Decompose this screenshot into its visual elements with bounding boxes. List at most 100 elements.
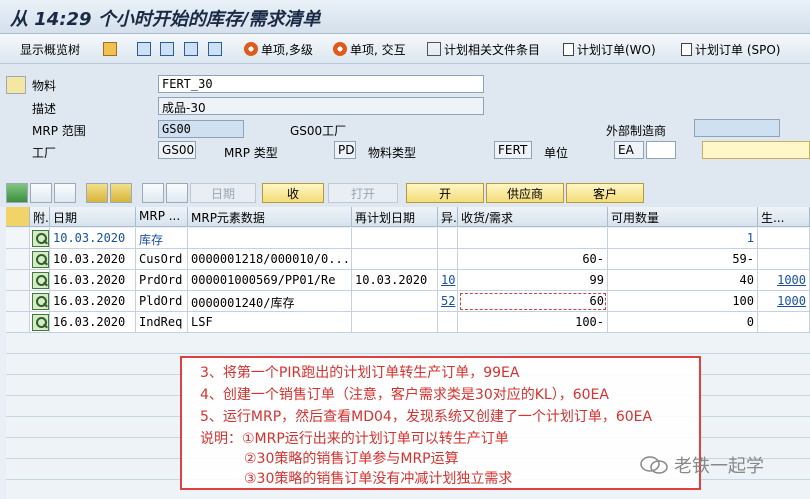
col-header-exception[interactable]: 异. <box>438 207 458 227</box>
receipt-button-label: 收 <box>286 186 299 201</box>
annotation-line: 4、创建一个销售订单（注意，客户需求类是30对应的KL），60EA <box>200 387 609 403</box>
single-multi-label: 单项,多级 <box>261 42 313 57</box>
settings-icon[interactable] <box>184 40 201 58</box>
sort-up-icon[interactable] <box>166 183 188 203</box>
row-available: 1 <box>608 228 758 249</box>
row-mrp-data: 000001000569/PP01/Re <box>188 270 352 291</box>
material-info-icon[interactable] <box>6 76 26 94</box>
row-exception-link[interactable]: 10 <box>438 270 458 291</box>
vendor-button[interactable]: 供应商 <box>486 183 564 203</box>
row-production-link[interactable]: 1000 <box>758 291 810 312</box>
detail-magnifier-icon[interactable] <box>32 293 49 310</box>
col-header-mrp[interactable]: MRP ... <box>136 207 188 227</box>
row-qty: 99 <box>458 270 608 291</box>
mrp-area-field: GS00 <box>158 120 244 138</box>
table-row[interactable]: 16.03.2020 PldOrd 0000001240/库存 52 60 10… <box>0 291 810 312</box>
row-mrp-element: PrdOrd <box>136 270 188 291</box>
table-row[interactable]: 10.03.2020 CusOrd 0000001218/000010/0...… <box>0 249 810 270</box>
grid-button-bar: 日期 收 打开 开 供应商 客户 <box>0 180 810 206</box>
ext-manufacturer-label: 外部制造商 <box>606 124 667 138</box>
col-header-redate[interactable]: 再计划日期 <box>352 207 438 227</box>
document-icon <box>563 42 574 56</box>
row-redate: 10.03.2020 <box>352 270 438 291</box>
plan-order-wo-button[interactable]: 计划订单(WO) <box>563 40 656 58</box>
plant-label: 工厂 <box>32 146 57 160</box>
row-available: 0 <box>608 312 758 333</box>
sum-icon[interactable] <box>6 183 28 203</box>
col-header-receipt-req[interactable]: 收货/需求 <box>458 207 608 227</box>
refresh-icon[interactable] <box>137 40 154 58</box>
unit-label: 单位 <box>544 146 569 160</box>
row-date: 16.03.2020 <box>50 312 136 333</box>
collapse-icon[interactable] <box>110 183 132 203</box>
row-mrp-element: 库存 <box>136 228 188 249</box>
row-date: 16.03.2020 <box>50 291 136 312</box>
unit-field: EA <box>614 141 644 159</box>
single-multi-button[interactable]: 单项,多级 <box>244 40 313 58</box>
print-icon[interactable] <box>208 40 225 58</box>
material-type-field: FERT <box>494 141 532 159</box>
glasses-icon <box>427 42 441 56</box>
row-production <box>758 228 810 249</box>
material-header: 物料 FERT_30 描述 成品-30 MRP 范围 GS00 GS00工厂 外… <box>0 64 810 176</box>
annotation-line: 说明：①MRP运行出来的计划订单可以转生产订单 <box>200 431 509 447</box>
open2-button[interactable]: 开 <box>406 183 484 203</box>
date-button[interactable]: 日期 <box>190 183 256 203</box>
col-header-attach[interactable]: 附. <box>30 207 50 227</box>
plan-files-button[interactable]: 计划相关文件条目 <box>427 40 540 58</box>
annotation-line: ③30策略的销售订单没有冲减计划独立需求 <box>244 471 513 487</box>
col-header-mrp-data[interactable]: MRP元素数据 <box>188 207 352 227</box>
col-header-available[interactable]: 可用数量 <box>608 207 758 227</box>
open2-button-label: 开 <box>438 186 451 201</box>
glasses-icon[interactable] <box>30 183 52 203</box>
row-production-link[interactable]: 1000 <box>758 270 810 291</box>
detail-magnifier-icon[interactable] <box>32 272 49 289</box>
date-button-label: 日期 <box>210 186 235 201</box>
receipt-button[interactable]: 收 <box>262 183 324 203</box>
detail-magnifier-icon[interactable] <box>32 251 49 268</box>
material-label: 物料 <box>32 79 57 93</box>
show-tree-button[interactable]: 显示概览树 <box>20 40 80 58</box>
customer-button[interactable]: 客户 <box>566 183 644 203</box>
mountain-chart-icon[interactable] <box>103 40 120 58</box>
row-mrp-element: PldOrd <box>136 291 188 312</box>
detail-magnifier-icon[interactable] <box>32 230 49 247</box>
row-exception-link[interactable]: 52 <box>438 291 458 312</box>
pencil-icon[interactable] <box>54 183 76 203</box>
row-redate <box>352 291 438 312</box>
row-qty-input[interactable]: 60 <box>458 291 608 312</box>
annotation-line: ②30策略的销售订单参与MRP运算 <box>244 451 459 467</box>
mrp-area-label: MRP 范围 <box>32 124 86 138</box>
open-button[interactable]: 打开 <box>328 183 398 203</box>
row-redate <box>352 312 438 333</box>
row-mrp-data: 0000001240/库存 <box>188 291 352 312</box>
annotation-line: 5、运行MRP，然后查看MD04，发现系统又创建了一个计划订单，60EA <box>200 409 653 425</box>
unit-extra-field[interactable] <box>646 141 676 159</box>
application-toolbar: 显示概览树 单项,多级 单项, 交互 计划相关文件条目 计划订单(WO) 计划订… <box>0 34 810 64</box>
yellow-input-field[interactable] <box>702 141 810 159</box>
col-header-date[interactable]: 日期 <box>50 207 136 227</box>
plan-order-spo-button[interactable]: 计划订单 (SPO) <box>681 40 780 58</box>
expand-icon[interactable] <box>86 183 108 203</box>
detail-magnifier-icon[interactable] <box>32 314 49 331</box>
annotation-box: 3、将第一个PIR跑出的计划订单转生产订单，99EA 4、创建一个销售订单（注意… <box>180 356 701 490</box>
table-row[interactable]: 16.03.2020 IndReq LSF 100- 0 <box>0 312 810 333</box>
col-header-production[interactable]: 生... <box>758 207 810 227</box>
row-mrp-data <box>188 228 352 249</box>
vendor-button-label: 供应商 <box>506 186 543 201</box>
plan-order-spo-label: 计划订单 (SPO) <box>695 42 781 57</box>
single-interactive-button[interactable]: 单项, 交互 <box>333 40 406 58</box>
plan-order-wo-label: 计划订单(WO) <box>577 42 656 57</box>
material-field[interactable]: FERT_30 <box>158 75 484 93</box>
row-redate <box>352 228 438 249</box>
description-label: 描述 <box>32 102 57 116</box>
open-button-label: 打开 <box>350 186 375 201</box>
row-available: 59- <box>608 249 758 270</box>
row-mrp-data: LSF <box>188 312 352 333</box>
filter-icon[interactable] <box>160 40 177 58</box>
table-row[interactable]: 10.03.2020 库存 1 <box>0 228 810 249</box>
sort-down-icon[interactable] <box>142 183 164 203</box>
table-row[interactable]: 16.03.2020 PrdOrd 000001000569/PP01/Re 1… <box>0 270 810 291</box>
row-exception <box>438 228 458 249</box>
grid-layout-icon[interactable] <box>6 207 30 227</box>
